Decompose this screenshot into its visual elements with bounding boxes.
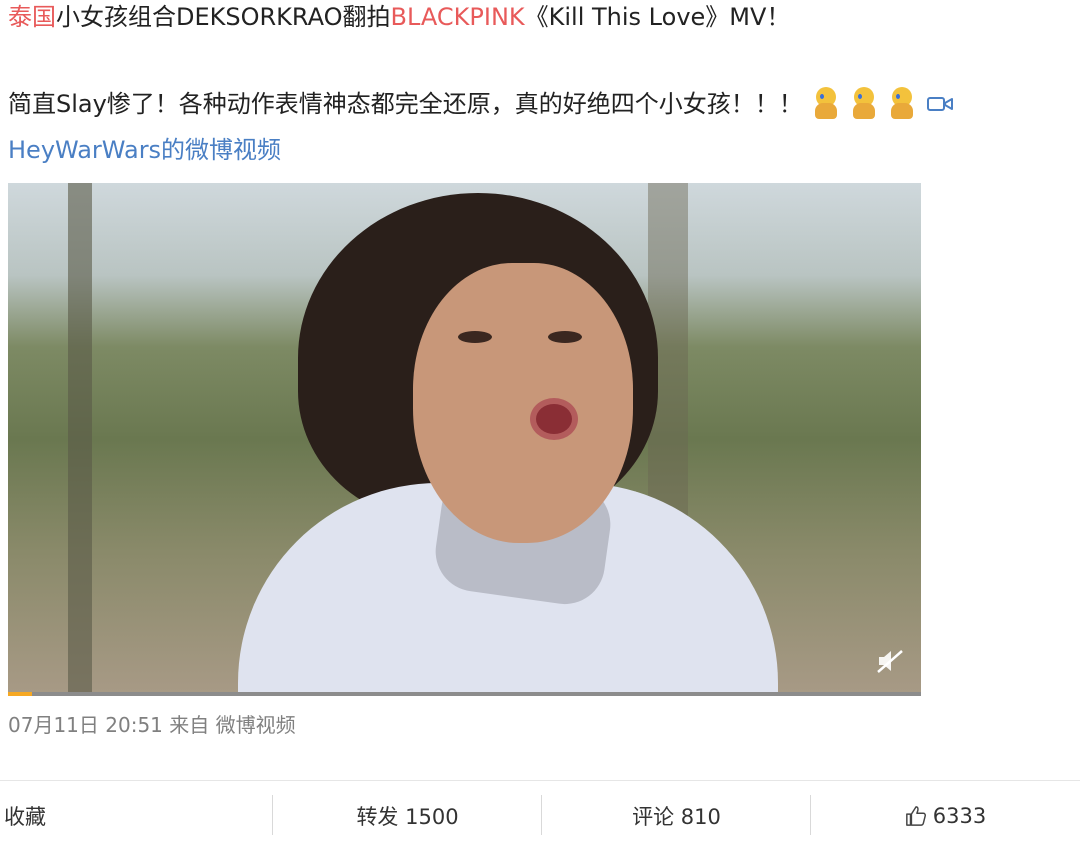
topic-link[interactable]: 泰国 [8,3,56,31]
crying-emoji-icon [887,87,917,121]
thumbs-up-icon [905,806,926,826]
like-button[interactable]: 6333 [811,781,1080,851]
post-text: 简直Slay惨了！各种动作表情神态都完全还原，真的好绝四个小女孩！！！ [8,90,803,118]
favorite-label: 收藏 [4,805,46,829]
video-frame [8,183,921,696]
repost-button[interactable]: 转发 1500 [273,781,542,851]
crying-emoji-icon [849,87,879,121]
like-count: 6333 [932,804,987,828]
video-camera-icon [926,97,953,111]
video-source-link[interactable]: HeyWarWars的微博视频 [8,132,281,168]
comment-label: 评论 810 [632,805,721,829]
topic-link-blackpink[interactable]: BLACKPINK [391,3,525,31]
favorite-button[interactable]: 收藏 [0,781,273,851]
post-text: 小女孩组合DEKSORKRAO翻拍 [56,3,391,31]
repost-label: 转发 1500 [356,805,459,829]
video-player[interactable] [8,183,921,696]
post-text-line-1: 泰国小女孩组合DEKSORKRAO翻拍BLACKPINK《Kill This L… [8,0,790,34]
video-progress-fill [8,692,32,696]
action-bar: 收藏 转发 1500 评论 810 6333 [0,781,1080,851]
video-progress-bar[interactable] [8,692,921,696]
post-text-line-2: 简直Slay惨了！各种动作表情神态都完全还原，真的好绝四个小女孩！！！ [8,86,953,122]
post-text: 《Kill This Love》MV！ [524,3,791,31]
mute-icon[interactable] [875,648,905,674]
crying-emoji-icon [811,87,841,121]
post-meta: 07月11日 20:51 来自 微博视频 [8,713,296,737]
comment-button[interactable]: 评论 810 [542,781,811,851]
